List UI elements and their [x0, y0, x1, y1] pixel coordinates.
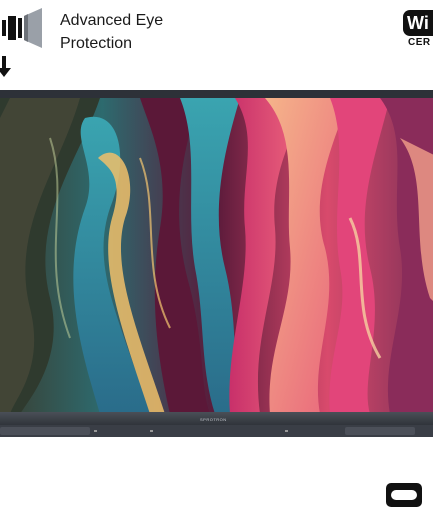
eye-protection-filter-icon — [2, 8, 42, 48]
feature-title-line1: Advanced Eye — [60, 12, 164, 29]
display-brand-label: SPROTRON — [200, 417, 227, 422]
feature-title: Advanced Eye Protection — [60, 9, 210, 55]
interactive-display: SPROTRON — [0, 90, 433, 437]
feature-title-line2: Protection — [60, 35, 133, 52]
wifi-cert-text: CER — [408, 37, 431, 48]
front-port — [94, 430, 97, 432]
wifi-certified-badge: Wi CER — [403, 10, 433, 54]
speaker-grille-right — [345, 427, 415, 435]
front-port — [150, 430, 153, 432]
vr-headset-icon — [386, 483, 422, 507]
front-port — [285, 430, 288, 432]
display-screen-artwork — [0, 98, 433, 414]
arrow-down-icon — [0, 56, 11, 77]
wifi-logo-text: Wi — [403, 10, 433, 36]
display-top-bezel — [0, 90, 433, 98]
speaker-grille-left — [0, 427, 90, 435]
